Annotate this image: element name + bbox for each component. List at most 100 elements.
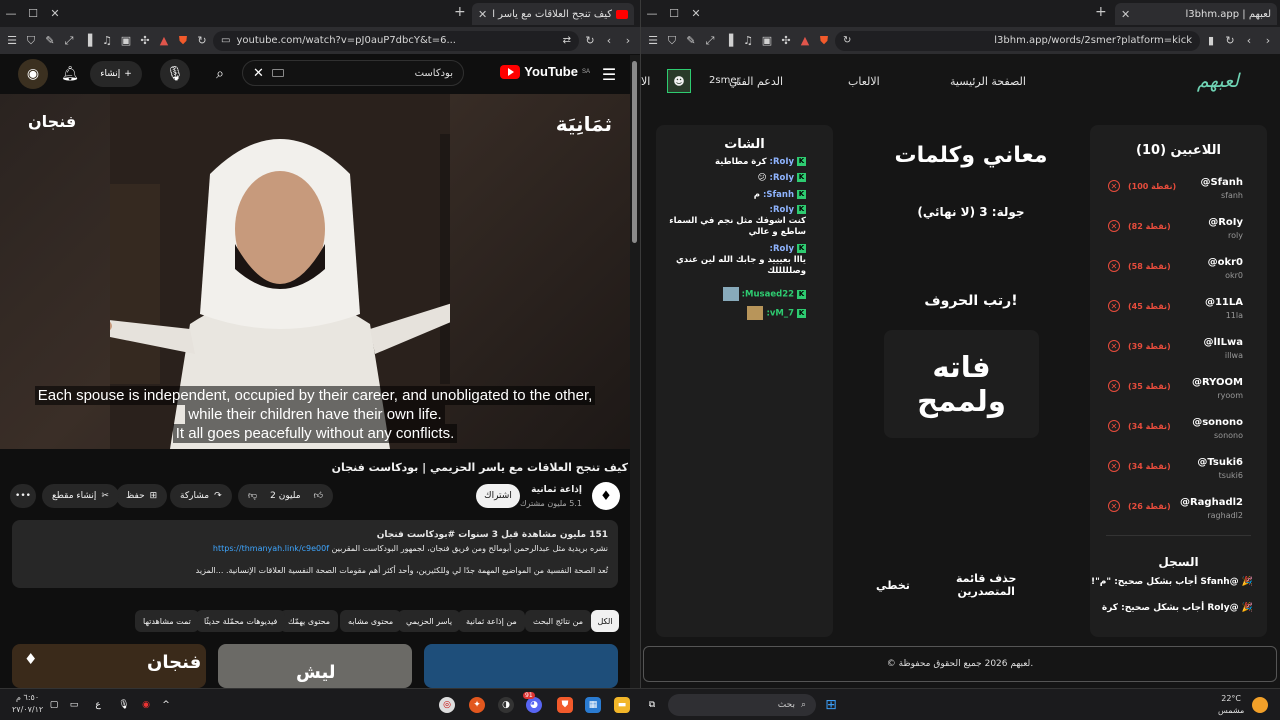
- chip-similar[interactable]: محتوى مشابه: [340, 610, 402, 632]
- recording-icon[interactable]: ◉: [138, 697, 154, 713]
- keyboard-icon[interactable]: [271, 69, 284, 77]
- mic-tray-icon[interactable]: 🎙︎: [116, 697, 132, 713]
- share-icon[interactable]: ⇄: [563, 35, 571, 46]
- menu-icon[interactable]: ☰: [645, 33, 661, 49]
- chat-user[interactable]: RoIy:: [770, 205, 795, 215]
- like-icon[interactable]: 👍︎: [314, 491, 323, 501]
- brave-shield-icon[interactable]: ⛊: [816, 33, 832, 49]
- tabs-icon[interactable]: ▣: [759, 33, 775, 49]
- remove-player-icon[interactable]: ✕: [1108, 300, 1120, 312]
- guide-menu-icon[interactable]: ☰: [594, 59, 624, 89]
- chat-user[interactable]: RoIy:: [770, 244, 795, 254]
- more-actions-icon[interactable]: •••: [10, 484, 36, 508]
- close-window-icon[interactable]: ✕: [685, 0, 707, 27]
- address-bar[interactable]: ↻ l3bhm.app/words/2smer?platform=kick: [835, 30, 1200, 51]
- forward-icon[interactable]: ›: [1260, 33, 1276, 49]
- chip-all[interactable]: الكل: [591, 610, 619, 632]
- maximize-icon[interactable]: ☐: [663, 0, 685, 27]
- refresh-icon[interactable]: ↻: [1222, 33, 1238, 49]
- description-link[interactable]: https://thmanyah.link/c9e00f: [213, 544, 329, 553]
- puzzle-icon[interactable]: ✣: [137, 33, 153, 49]
- obs-icon[interactable]: ◑: [498, 697, 514, 713]
- close-tab-icon[interactable]: ✕: [1121, 8, 1130, 21]
- refresh-icon[interactable]: ↻: [582, 33, 598, 49]
- tray-chevron-icon[interactable]: ^: [158, 697, 174, 713]
- puzzle-icon[interactable]: ✣: [778, 33, 794, 49]
- remove-player-icon[interactable]: ✕: [1108, 220, 1120, 232]
- mic-icon[interactable]: 🎙︎: [160, 59, 190, 89]
- clear-leaderboard-button[interactable]: حذف قائمة المتصدرين: [956, 572, 1016, 598]
- chip-host[interactable]: ياسر الحزيمي: [398, 610, 461, 632]
- share-button[interactable]: مشاركة ↷: [170, 484, 232, 508]
- remove-player-icon[interactable]: ✕: [1108, 420, 1120, 432]
- new-tab-icon[interactable]: +: [1095, 4, 1107, 20]
- start-icon[interactable]: ⊞: [823, 697, 839, 713]
- scrollbar-thumb[interactable]: [632, 61, 637, 243]
- tab-youtube[interactable]: ✕ كيف تنجح العلاقات مع ياسر الحز: [472, 3, 634, 25]
- back-icon[interactable]: ‹: [1241, 33, 1257, 49]
- subscribe-button[interactable]: اشتراك: [476, 484, 520, 508]
- close-tab-icon[interactable]: ✕: [478, 8, 487, 21]
- nav-cut-item[interactable]: الا: [641, 75, 650, 88]
- minimize-icon[interactable]: —: [641, 0, 663, 27]
- video-player[interactable]: ثمَانِيَة فنجان Each spouse is independe…: [0, 94, 630, 449]
- search-input[interactable]: ✕ بودكاست: [242, 60, 464, 86]
- shield-icon[interactable]: ⛉: [23, 33, 39, 49]
- vpn-icon[interactable]: ▲: [156, 33, 172, 49]
- extensions-icon[interactable]: ✎: [683, 33, 699, 49]
- extensions-icon[interactable]: ✎: [42, 33, 58, 49]
- avatar[interactable]: ◉: [18, 59, 48, 89]
- ea-app-icon[interactable]: ✦: [469, 697, 485, 713]
- reload-page-icon[interactable]: ↻: [194, 33, 210, 49]
- sidebar-icon[interactable]: ▐: [721, 33, 737, 49]
- chat-user[interactable]: RoIy:: [770, 157, 795, 167]
- remove-player-icon[interactable]: ✕: [1108, 260, 1120, 272]
- weather-widget[interactable]: 22°C مشمس: [1218, 693, 1244, 717]
- notification-icon[interactable]: ▢: [46, 697, 62, 713]
- dislike-icon[interactable]: 👎︎: [248, 491, 257, 501]
- chip-watched[interactable]: تمت مشاهدتها: [135, 610, 199, 632]
- close-window-icon[interactable]: ✕: [44, 0, 66, 27]
- channel-avatar[interactable]: ♦: [592, 482, 620, 510]
- screen-icon[interactable]: ▭: [66, 697, 82, 713]
- language-indicator[interactable]: ع: [90, 697, 106, 713]
- reload-page-icon[interactable]: ↻: [843, 35, 851, 46]
- remove-player-icon[interactable]: ✕: [1108, 500, 1120, 512]
- nav-home[interactable]: الصفحة الرئيسية: [950, 75, 1026, 88]
- address-bar[interactable]: ▭ youtube.com/watch?v=pJ0auP7dbcY&t=6...…: [213, 30, 579, 51]
- chat-user[interactable]: Musaed22:: [742, 290, 794, 300]
- nav-support[interactable]: الدعم الفني: [729, 75, 783, 88]
- vpn-icon[interactable]: ▲: [797, 33, 813, 49]
- chat-user[interactable]: Sfanh:: [763, 190, 794, 200]
- music-icon[interactable]: ♫: [99, 33, 115, 49]
- chip-channel[interactable]: من إذاعة ثمانية: [458, 610, 525, 632]
- create-button[interactable]: إنشاء +: [90, 61, 142, 87]
- task-view-icon[interactable]: ⧉: [644, 697, 660, 713]
- history-icon[interactable]: ⤢: [61, 33, 77, 49]
- taskbar-search[interactable]: بحث ⌕: [668, 694, 816, 716]
- music-icon[interactable]: ♫: [740, 33, 756, 49]
- discord-icon[interactable]: ◕ 91: [523, 692, 542, 713]
- shield-icon[interactable]: ⛉: [664, 33, 680, 49]
- like-count[interactable]: 2 مليون: [270, 491, 300, 501]
- video-thumbnail[interactable]: [424, 644, 618, 688]
- forward-icon[interactable]: ›: [620, 33, 636, 49]
- url-text[interactable]: l3bhm.app/words/2smer?platform=kick: [857, 35, 1192, 46]
- user-avatar[interactable]: ☻: [667, 69, 691, 93]
- chrome-icon[interactable]: ◎: [439, 697, 455, 713]
- back-icon[interactable]: ‹: [601, 33, 617, 49]
- page-scrollbar[interactable]: [630, 55, 640, 688]
- nav-games[interactable]: الالعاب: [848, 75, 880, 88]
- youtube-logo[interactable]: YouTube SA: [500, 64, 590, 79]
- brave-shield-icon[interactable]: ⛊: [175, 33, 191, 49]
- clip-button[interactable]: إنشاء مقطع ✂: [42, 484, 119, 508]
- remove-player-icon[interactable]: ✕: [1108, 340, 1120, 352]
- url-text[interactable]: youtube.com/watch?v=pJ0auP7dbcY&t=6...: [236, 35, 556, 46]
- tabs-icon[interactable]: ▣: [118, 33, 134, 49]
- chip-for-you[interactable]: محتوى يهمّك: [280, 610, 339, 632]
- skip-button[interactable]: تخطي: [876, 579, 910, 592]
- notifications-icon[interactable]: 🔔︎: [55, 59, 85, 89]
- chip-search-results[interactable]: من نتائج البحث: [525, 610, 592, 632]
- sidebar-icon[interactable]: ▐: [80, 33, 96, 49]
- site-logo[interactable]: لعبهم: [1197, 70, 1239, 92]
